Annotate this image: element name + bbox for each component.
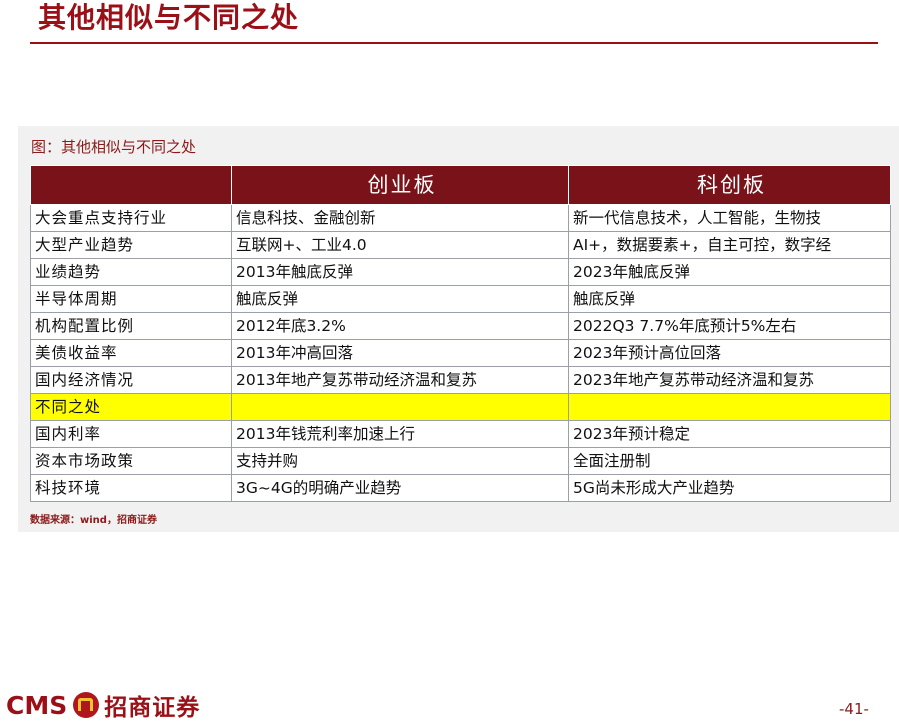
row-label-cell: 国内利率 (30, 420, 232, 448)
table-row: 科技环境 3G~4G的明确产业趋势 5G尚未形成大产业趋势 (30, 474, 891, 502)
star-market-cell: 5G尚未形成大产业趋势 (568, 474, 891, 502)
table-row: 业绩趋势 2013年触底反弹 2023年触底反弹 (30, 258, 891, 286)
star-market-cell (568, 393, 891, 421)
header-cell-chinext: 创业板 (231, 165, 569, 205)
comparison-table: 创业板 科创板 大会重点支持行业 信息科技、金融创新 新一代信息技术，人工智能，生物… (30, 165, 891, 502)
logo-latin-text: CMS (6, 690, 68, 720)
company-logo: CMS 招商证券 (6, 690, 201, 722)
table-row: 国内利率 2013年钱荒利率加速上行 2023年预计稳定 (30, 420, 891, 448)
row-label-cell: 美债收益率 (30, 339, 232, 367)
row-label-cell: 科技环境 (30, 474, 232, 502)
table-row: 国内经济情况 2013年地产复苏带动经济温和复苏 2023年地产复苏带动经济温和复苏 (30, 366, 891, 394)
chinext-cell: 互联网+、工业4.0 (231, 231, 569, 259)
page-title: 其他相似与不同之处 (38, 1, 300, 34)
star-market-cell: 2023年预计稳定 (568, 420, 891, 448)
logo-chinese-text: 招商证券 (104, 694, 201, 721)
header-cell-star-market: 科创板 (568, 165, 891, 205)
table-row: 大型产业趋势 互联网+、工业4.0 AI+，数据要素+，自主可控，数字经 (30, 231, 891, 259)
star-market-cell: 2022Q3 7.7%年底预计5%左右 (568, 312, 891, 340)
table-row: 美债收益率 2013年冲高回落 2023年预计高位回落 (30, 339, 891, 367)
table-row: 大会重点支持行业 信息科技、金融创新 新一代信息技术，人工智能，生物技 (30, 204, 891, 232)
chinext-cell: 2013年钱荒利率加速上行 (231, 420, 569, 448)
star-market-cell: 触底反弹 (568, 285, 891, 313)
chinext-cell: 支持并购 (231, 447, 569, 475)
table-row: 不同之处 (30, 393, 891, 421)
table-row: 资本市场政策 支持并购 全面注册制 (30, 447, 891, 475)
chinext-cell: 2012年底3.2% (231, 312, 569, 340)
title-divider (30, 42, 878, 44)
star-market-cell: 2023年预计高位回落 (568, 339, 891, 367)
row-label-cell: 大型产业趋势 (30, 231, 232, 259)
row-label-cell: 业绩趋势 (30, 258, 232, 286)
star-market-cell: 全面注册制 (568, 447, 891, 475)
chinext-cell: 2013年地产复苏带动经济温和复苏 (231, 366, 569, 394)
star-market-cell: 新一代信息技术，人工智能，生物技 (568, 204, 891, 232)
table-row: 半导体周期 触底反弹 触底反弹 (30, 285, 891, 313)
source-note: 数据来源：wind，招商证券 (30, 515, 157, 526)
star-market-cell: AI+，数据要素+，自主可控，数字经 (568, 231, 891, 259)
chinext-cell: 信息科技、金融创新 (231, 204, 569, 232)
chinext-cell: 2013年冲高回落 (231, 339, 569, 367)
row-label-cell: 大会重点支持行业 (30, 204, 232, 232)
chinext-cell: 2013年触底反弹 (231, 258, 569, 286)
header-cell-blank (30, 165, 232, 205)
figure-caption: 图：其他相似与不同之处 (31, 138, 197, 156)
chinext-cell (231, 393, 569, 421)
logo-emblem-icon (73, 692, 100, 718)
table-header-row: 创业板 科创板 (30, 165, 891, 205)
chinext-cell: 3G~4G的明确产业趋势 (231, 474, 569, 502)
row-label-cell: 国内经济情况 (30, 366, 232, 394)
chinext-cell: 触底反弹 (231, 285, 569, 313)
row-label-cell: 机构配置比例 (30, 312, 232, 340)
star-market-cell: 2023年触底反弹 (568, 258, 891, 286)
row-label-cell: 资本市场政策 (30, 447, 232, 475)
row-label-cell: 半导体周期 (30, 285, 232, 313)
page-number: -41- (839, 700, 869, 718)
table-row: 机构配置比例 2012年底3.2% 2022Q3 7.7%年底预计5%左右 (30, 312, 891, 340)
row-label-cell: 不同之处 (30, 393, 232, 421)
star-market-cell: 2023年地产复苏带动经济温和复苏 (568, 366, 891, 394)
